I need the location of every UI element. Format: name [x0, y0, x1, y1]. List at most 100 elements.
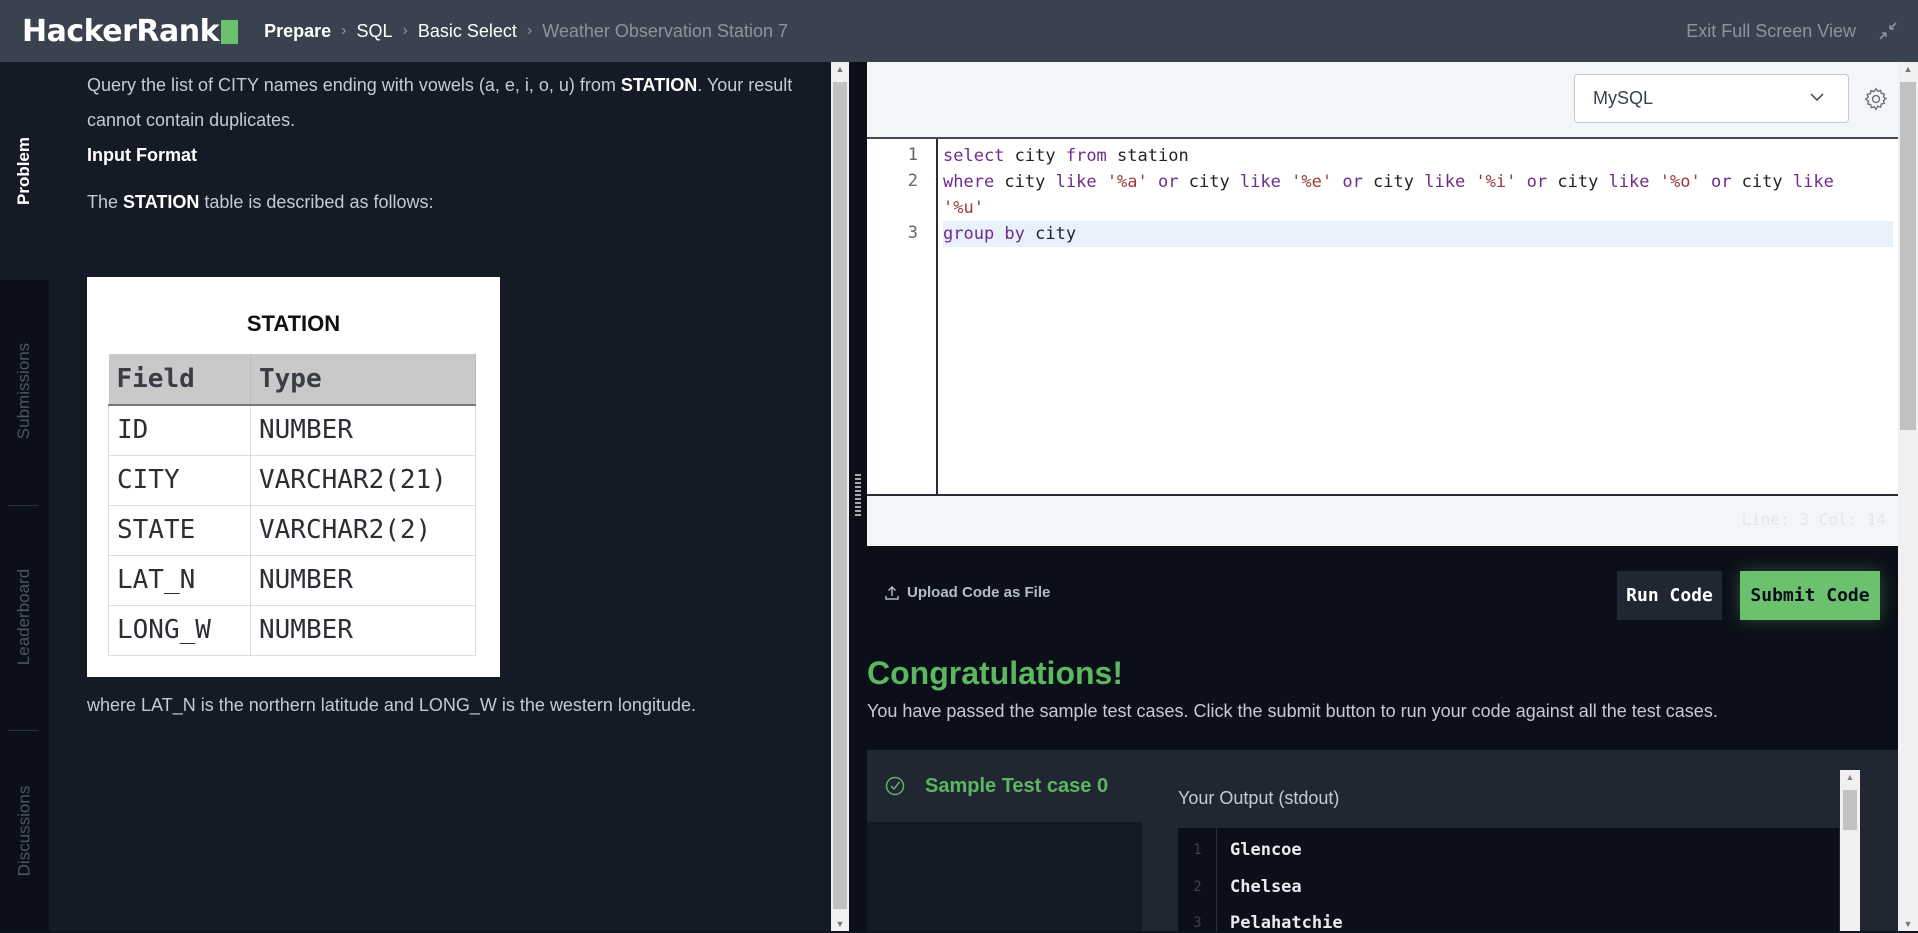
scroll-up-arrow-icon[interactable]: ▲ [1840, 772, 1860, 782]
schema-type: NUMBER [250, 554, 476, 606]
output-line-number: 1 [1193, 842, 1202, 858]
schema-row: LAT_N NUMBER [108, 554, 476, 606]
schema-field: CITY [108, 454, 251, 506]
output-line-number: 2 [1193, 879, 1202, 895]
output-scrollbar[interactable]: ▲ [1840, 770, 1860, 931]
table-intro: The STATION table is described as follow… [87, 185, 807, 220]
upload-code-button[interactable]: Upload Code as File [885, 584, 1050, 601]
schema-row: LONG_W NUMBER [108, 604, 476, 656]
output-line: Pelahatchie [1230, 913, 1343, 933]
run-code-button[interactable]: Run Code [1617, 571, 1722, 620]
line-number-gutter: 1 2 3 [867, 139, 938, 494]
output-line-number: 3 [1193, 915, 1202, 931]
language-select[interactable]: MySQL [1574, 74, 1849, 123]
cursor-position: Line: 3 Col: 14 [1741, 510, 1887, 529]
problem-side-tabs: Problem Submissions Leaderboard Discussi… [0, 62, 49, 931]
gear-icon[interactable] [1863, 86, 1889, 112]
tab-discussions-label: Discussions [14, 785, 34, 877]
station-schema-table: Field Type ID NUMBER CITY VARCHAR2(21) STA… [108, 354, 476, 656]
breadcrumb-sql[interactable]: SQL [356, 21, 392, 42]
check-circle-icon [885, 776, 905, 796]
result-title: Congratulations! [867, 655, 1123, 691]
statement-text: Query the list of CITY names ending with… [87, 75, 621, 95]
schema-row: ID NUMBER [108, 404, 476, 456]
schema-field: LONG_W [108, 604, 251, 656]
top-navbar: HackerRank Prepare › SQL › Basic Select … [0, 0, 1918, 62]
chevron-right-icon: › [526, 22, 533, 39]
tab-submissions-label: Submissions [14, 342, 34, 440]
breadcrumb-basic-select[interactable]: Basic Select [418, 21, 517, 42]
hackerrank-logo[interactable]: HackerRank [22, 13, 239, 49]
output-line: Chelsea [1230, 877, 1302, 897]
upload-icon [885, 585, 899, 600]
schema-header-field: Field [108, 354, 251, 406]
schema-field: STATE [108, 504, 251, 556]
problem-scrollbar[interactable]: ▲ ▼ [831, 62, 849, 931]
table-intro-text-end: table is described as follows: [199, 192, 434, 212]
result-message: You have passed the sample test cases. C… [867, 701, 1718, 721]
test-case-label: Sample Test case 0 [925, 774, 1109, 797]
collapse-icon[interactable] [1878, 21, 1898, 41]
chevron-right-icon: › [402, 22, 408, 39]
scrollbar-thumb[interactable] [1900, 82, 1916, 430]
tab-discussions[interactable]: Discussions [0, 731, 49, 931]
scroll-down-arrow-icon[interactable]: ▼ [1898, 919, 1918, 929]
editor-panel: MySQL 1 2 3 select city from station whe… [867, 62, 1898, 933]
station-table-image: STATION Field Type ID NUMBER CITY VARCHAR2… [87, 277, 500, 677]
line-number: 2 [907, 171, 918, 191]
editor-status-bar: Line: 3 Col: 14 [867, 496, 1898, 546]
schema-row: CITY VARCHAR2(21) [108, 454, 476, 506]
input-format-heading: Input Format [87, 145, 197, 165]
schema-header-type: Type [250, 354, 476, 406]
breadcrumb-prepare[interactable]: Prepare [264, 21, 331, 42]
problem-statement: Query the list of CITY names ending with… [87, 68, 807, 138]
schema-type: VARCHAR2(2) [250, 504, 476, 556]
tab-submissions[interactable]: Submissions [0, 280, 49, 502]
logo-text: HackerRank [22, 13, 220, 49]
output-line: Glencoe [1230, 840, 1302, 860]
test-case-panel: Sample Test case 0 Your Output (stdout) … [867, 750, 1898, 933]
scroll-up-arrow-icon[interactable]: ▲ [831, 64, 849, 74]
code-line-2-wrap[interactable]: '%u' [943, 195, 984, 221]
test-case-list-empty [867, 822, 1142, 931]
logo-block-icon [221, 20, 239, 44]
breadcrumb: Prepare › SQL › Basic Select › Weather O… [264, 21, 788, 42]
chevron-right-icon: › [341, 22, 347, 39]
output-title: Your Output (stdout) [1178, 788, 1340, 808]
exit-fullscreen-link[interactable]: Exit Full Screen View [1686, 21, 1856, 42]
chevron-down-icon [1810, 93, 1824, 102]
tab-problem[interactable]: Problem [0, 62, 49, 280]
submit-code-button[interactable]: Submit Code [1740, 571, 1880, 620]
scrollbar-thumb[interactable] [1843, 790, 1857, 830]
schema-type: NUMBER [250, 604, 476, 656]
table-intro-text: The [87, 192, 124, 212]
table-intro-name: STATION [123, 192, 200, 212]
tab-leaderboard-label: Leaderboard [14, 568, 34, 666]
breadcrumb-current-challenge: Weather Observation Station 7 [542, 20, 788, 41]
schema-row: STATE VARCHAR2(2) [108, 504, 476, 556]
editor-toolbar: MySQL [867, 62, 1898, 139]
fullscreen-controls: Exit Full Screen View [1686, 21, 1898, 42]
panel-splitter[interactable] [849, 62, 867, 931]
code-line-1[interactable]: select city from station [943, 143, 1189, 169]
page-scrollbar[interactable]: ▲ ▼ [1898, 62, 1918, 931]
line-number: 3 [907, 223, 918, 243]
station-table-title: STATION [246, 311, 341, 336]
footer-note: where LAT_N is the northern latitude and… [87, 695, 696, 715]
drag-handle-icon[interactable] [855, 474, 861, 516]
code-line-3[interactable]: group by city [943, 221, 1893, 247]
upload-code-label: Upload Code as File [907, 584, 1051, 601]
test-case-item[interactable]: Sample Test case 0 [867, 750, 1142, 822]
stdout-box: 1 Glencoe 2 Chelsea 3 Pelahatchie [1178, 828, 1839, 933]
tab-problem-label: Problem [14, 136, 34, 206]
scroll-down-arrow-icon[interactable]: ▼ [831, 919, 849, 929]
line-number: 1 [907, 145, 918, 165]
tab-leaderboard[interactable]: Leaderboard [0, 506, 49, 728]
code-editor[interactable]: 1 2 3 select city from station where cit… [867, 139, 1898, 496]
scrollbar-thumb[interactable] [833, 82, 847, 909]
test-case-list: Sample Test case 0 [867, 750, 1142, 931]
code-line-2[interactable]: where city like '%a' or city like '%e' o… [943, 169, 1834, 195]
statement-table-name: STATION [620, 75, 698, 95]
problem-panel: Query the list of CITY names ending with… [49, 62, 831, 931]
scroll-up-arrow-icon[interactable]: ▲ [1898, 64, 1918, 74]
